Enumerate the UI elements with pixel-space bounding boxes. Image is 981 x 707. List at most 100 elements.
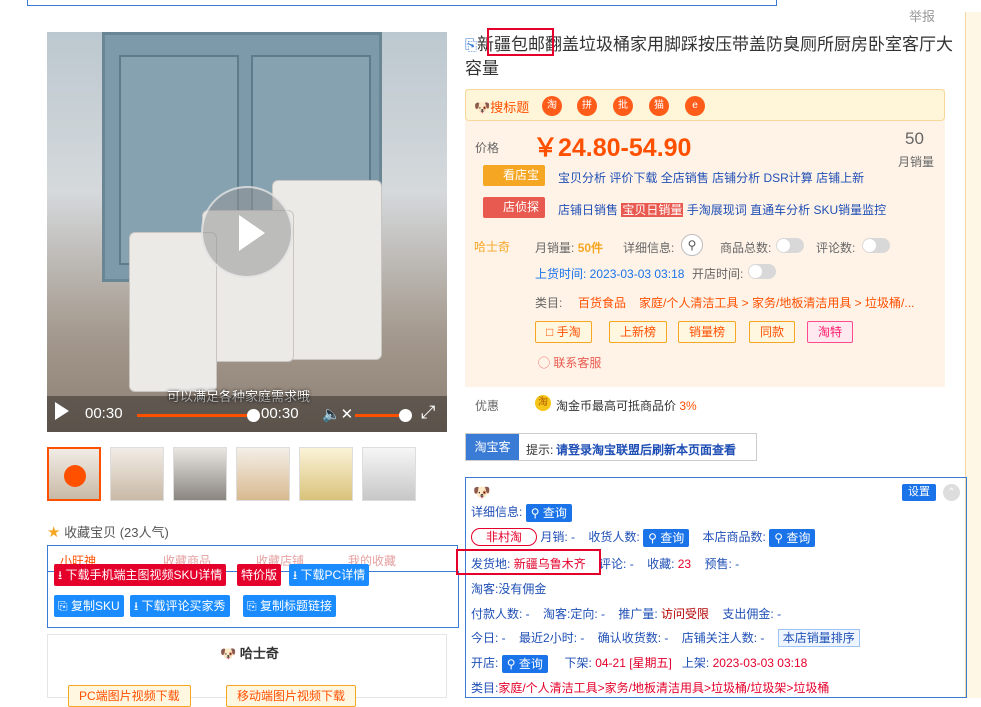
pc-media-download-button[interactable]: PC端图片视频下载 [68,685,191,707]
husky-avatar-icon: 🐶 [473,484,491,500]
husky-title: 🐶 哈士奇 [220,646,279,661]
volume-bar[interactable] [355,414,405,417]
category-path[interactable]: 家庭/个人清洁工具 > 家务/地板清洁用具 > 垃圾桶/... [639,294,914,311]
link-sku-monitor[interactable]: SKU销量监控 [813,203,886,217]
same-style-button[interactable]: 同款 [749,321,796,343]
star-icon: ★ [47,524,61,541]
open-time-label: 开店时间: [692,267,744,281]
highlight-free-shipping [487,28,554,56]
fullscreen-icon[interactable]: ⤢ [421,402,435,423]
thumbnail-video[interactable] [47,447,101,501]
link-shop-daily-sales[interactable]: 店铺日销售 [558,203,618,217]
contact-service[interactable]: ◯ 联系客服 [538,354,601,371]
ebay-icon[interactable]: e [685,96,705,116]
monthly-sales-value: 50 [905,129,924,148]
stats-row-5: 开店: ⚲ 查询 下架: 04-21 [星期五] 上架: 2023-03-03 … [471,654,808,673]
thumbnail-play-icon [64,465,86,487]
buyers-query-button[interactable]: ⚲ 查询 [643,528,690,547]
detail-search-icon[interactable]: ⚲ [681,234,703,256]
thumbnail-image[interactable] [110,447,164,501]
husky-monthly-sales: 月销量: 50件 [535,241,604,255]
progress-handle[interactable] [247,409,260,422]
thumbnail-image[interactable] [236,447,290,501]
promo-label: 优惠 [475,399,500,413]
total-products-label: 商品总数: [720,241,772,255]
download-toolbox: ⭳ 下载手机端主图视频SKU详情 特价版 ⭳ 下载PC详情 ⎘ 复制SKU ⭳ … [47,564,459,628]
collapse-icon[interactable]: ⌃ [943,484,960,501]
video-controls: 00:30 00:30 🔈✕ ⤢ [47,396,447,432]
commission-row: 淘客:没有佣金 [471,582,547,596]
taobaoke-tag: 淘宝客 [466,434,519,460]
search-title-label[interactable]: 🐶搜标题 [474,97,529,116]
taote-button[interactable]: 淘特 [807,321,854,343]
dianzhentan-links: 店铺日销售 宝贝日销量 手淘展现词 直通车分析 SKU销量监控 [558,201,886,218]
thumbnail-image[interactable] [362,447,416,501]
1688-icon[interactable]: 批 [613,96,633,116]
mute-icon[interactable]: 🔈✕ [322,405,353,423]
dianzhentan-badge[interactable]: 店侦探 [483,197,546,218]
thumbnail-image[interactable] [299,447,353,501]
tmall-icon[interactable]: 猫 [649,96,669,116]
search-title-bar: 🐶搜标题 淘 拼 批 猫 e [465,89,945,121]
highlight-ship-from [456,549,601,575]
link-shop-sales[interactable]: 全店销售 [661,171,709,185]
reviews-label: 评论数: [816,241,856,255]
shoutao-button[interactable]: □ 手淘 [535,321,592,343]
download-pc-button[interactable]: ⭳ 下载PC详情 [289,564,370,586]
listed-time: 上货时间: 2023-03-03 03:18 [535,267,685,281]
detail-info-row: 详细信息: ⚲ 查询 [471,503,572,522]
copy-title-icon[interactable]: ⎘ [465,37,477,54]
thumbnail-strip [47,447,447,501]
link-ztc-analysis[interactable]: 直通车分析 [750,203,810,217]
promo-row: 优惠 淘 淘金币最高可抵商品价 3% [465,389,945,419]
promo-text: 淘金币最高可抵商品价 3% [556,399,697,413]
stats-row-category: 类目:家庭/个人清洁工具>家务/地板清洁用具>垃圾桶/垃圾架>垃圾桶 [471,681,830,695]
category-main[interactable]: 百货食品 [578,294,626,311]
link-shop-analysis[interactable]: 店铺分析 [712,171,760,185]
link-search-words[interactable]: 手淘展现词 [687,203,747,217]
play-video-icon[interactable] [201,186,293,278]
progress-bar[interactable] [137,414,252,417]
total-products-toggle[interactable] [776,238,804,253]
price-label: 价格 [475,141,500,155]
new-rank-button[interactable]: 上新榜 [609,321,668,343]
thumbnail-image[interactable] [173,447,227,501]
settings-button[interactable]: 设置 [902,484,936,501]
volume-handle[interactable] [399,409,412,422]
stats-row-4: 今日: - 最近2小时: - 确认收货数: - 店铺关注人数: - 本店销量排序 [471,629,860,647]
shop-products-query-button[interactable]: ⚲ 查询 [769,528,816,547]
favorite-item[interactable]: ★ 收藏宝贝 (23人气) [47,522,169,541]
link-review-download[interactable]: 评价下载 [609,171,657,185]
query-button[interactable]: ⚲ 查询 [525,503,572,522]
link-item-daily-sales[interactable]: 宝贝日销量 [621,203,684,217]
link-shop-new[interactable]: 店铺上新 [816,171,864,185]
pinduoduo-icon[interactable]: 拼 [577,96,597,116]
stats-row-3: 付款人数: - 淘客:定向: - 推广量: 访问受限 支出佣金: - [471,607,782,621]
link-item-analysis[interactable]: 宝贝分析 [558,171,606,185]
download-mobile-button[interactable]: ⭳ 下载手机端主图视频SKU详情 [54,564,227,586]
reviews-toggle[interactable] [862,238,890,253]
price-value: ￥24.80-54.90 [533,134,692,162]
kandianbao-badge[interactable]: 看店宝 [483,165,546,186]
product-video[interactable]: 可以满足各种家庭需求哦 00:30 00:30 🔈✕ ⤢ [47,32,447,432]
sales-rank-button[interactable]: 销量榜 [678,321,737,343]
taobao-icon[interactable]: 淘 [542,96,562,116]
video-time-current: 00:30 [85,405,123,422]
bin-small [129,232,217,392]
open-shop-query-button[interactable]: ⚲ 查询 [501,654,548,673]
open-time-toggle[interactable] [748,264,776,279]
report-link[interactable]: 举报 [909,6,935,25]
copy-sku-button[interactable]: ⎘ 复制SKU [54,595,124,617]
play-icon[interactable] [55,402,69,420]
category-label: 类目: [535,296,563,310]
husky-detail-label: 详细信息: [623,241,675,255]
special-price-button[interactable]: 特价版 [237,564,282,586]
link-dsr-calc[interactable]: DSR计算 [763,171,812,185]
taojinbi-icon: 淘 [535,395,551,411]
copy-title-link-button[interactable]: ⎘ 复制标题链接 [243,595,336,617]
mobile-media-download-button[interactable]: 移动端图片视频下载 [226,685,357,707]
kandianbao-links: 宝贝分析 评价下载 全店销售 店铺分析 DSR计算 店铺上新 [558,169,864,186]
top-border-frame [27,0,777,6]
download-reviews-button[interactable]: ⭳ 下载评论买家秀 [130,595,230,617]
shop-sales-rank-button[interactable]: 本店销量排序 [777,629,860,647]
